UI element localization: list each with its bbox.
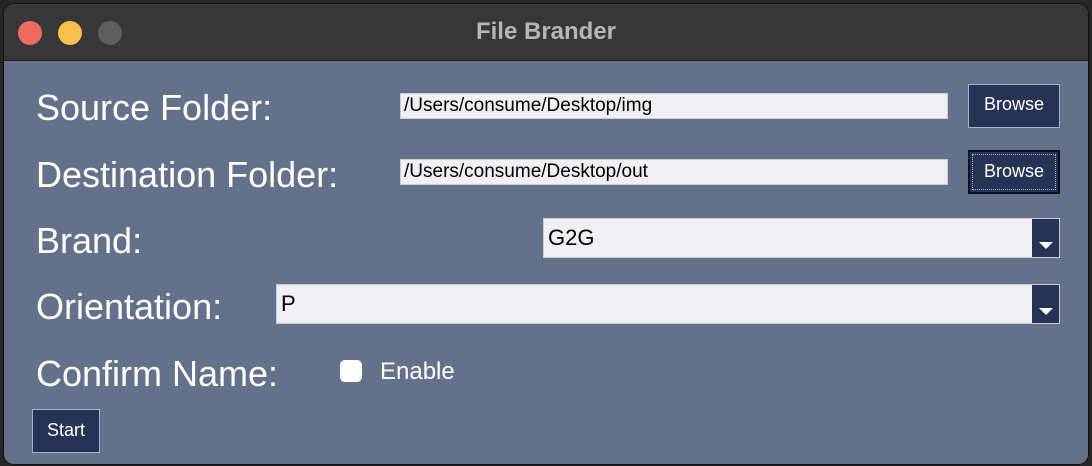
start-button[interactable]: Start — [32, 409, 100, 453]
destination-folder-input[interactable]: /Users/consume/Desktop/out — [400, 159, 948, 185]
confirm-enable-label[interactable]: Enable — [380, 358, 455, 386]
chevron-down-icon — [1039, 308, 1053, 315]
orientation-select[interactable]: P — [276, 284, 1060, 324]
app-window: File Brander Source Folder: /Users/consu… — [4, 4, 1088, 464]
form-panel: Source Folder: /Users/consume/Desktop/im… — [4, 61, 1088, 464]
source-folder-label: Source Folder: — [36, 87, 273, 128]
window-title: File Brander — [475, 18, 617, 45]
confirm-name-label: Confirm Name: — [36, 353, 279, 394]
brand-dropdown-button[interactable] — [1032, 219, 1059, 257]
destination-browse-button[interactable]: Browse — [968, 150, 1060, 194]
brand-select[interactable]: G2G — [543, 218, 1060, 258]
confirm-name-checkbox[interactable] — [340, 360, 362, 382]
orientation-dropdown-button[interactable] — [1032, 285, 1059, 323]
destination-folder-label: Destination Folder: — [36, 154, 339, 195]
chevron-down-icon — [1039, 242, 1053, 249]
orientation-selected-value: P — [281, 291, 296, 316]
brand-selected-value: G2G — [548, 225, 595, 250]
orientation-label: Orientation: — [36, 286, 223, 327]
source-browse-button[interactable]: Browse — [968, 84, 1060, 128]
source-folder-input[interactable]: /Users/consume/Desktop/img — [400, 93, 948, 119]
brand-label: Brand: — [36, 220, 143, 261]
title-bar[interactable]: File Brander — [4, 4, 1088, 61]
